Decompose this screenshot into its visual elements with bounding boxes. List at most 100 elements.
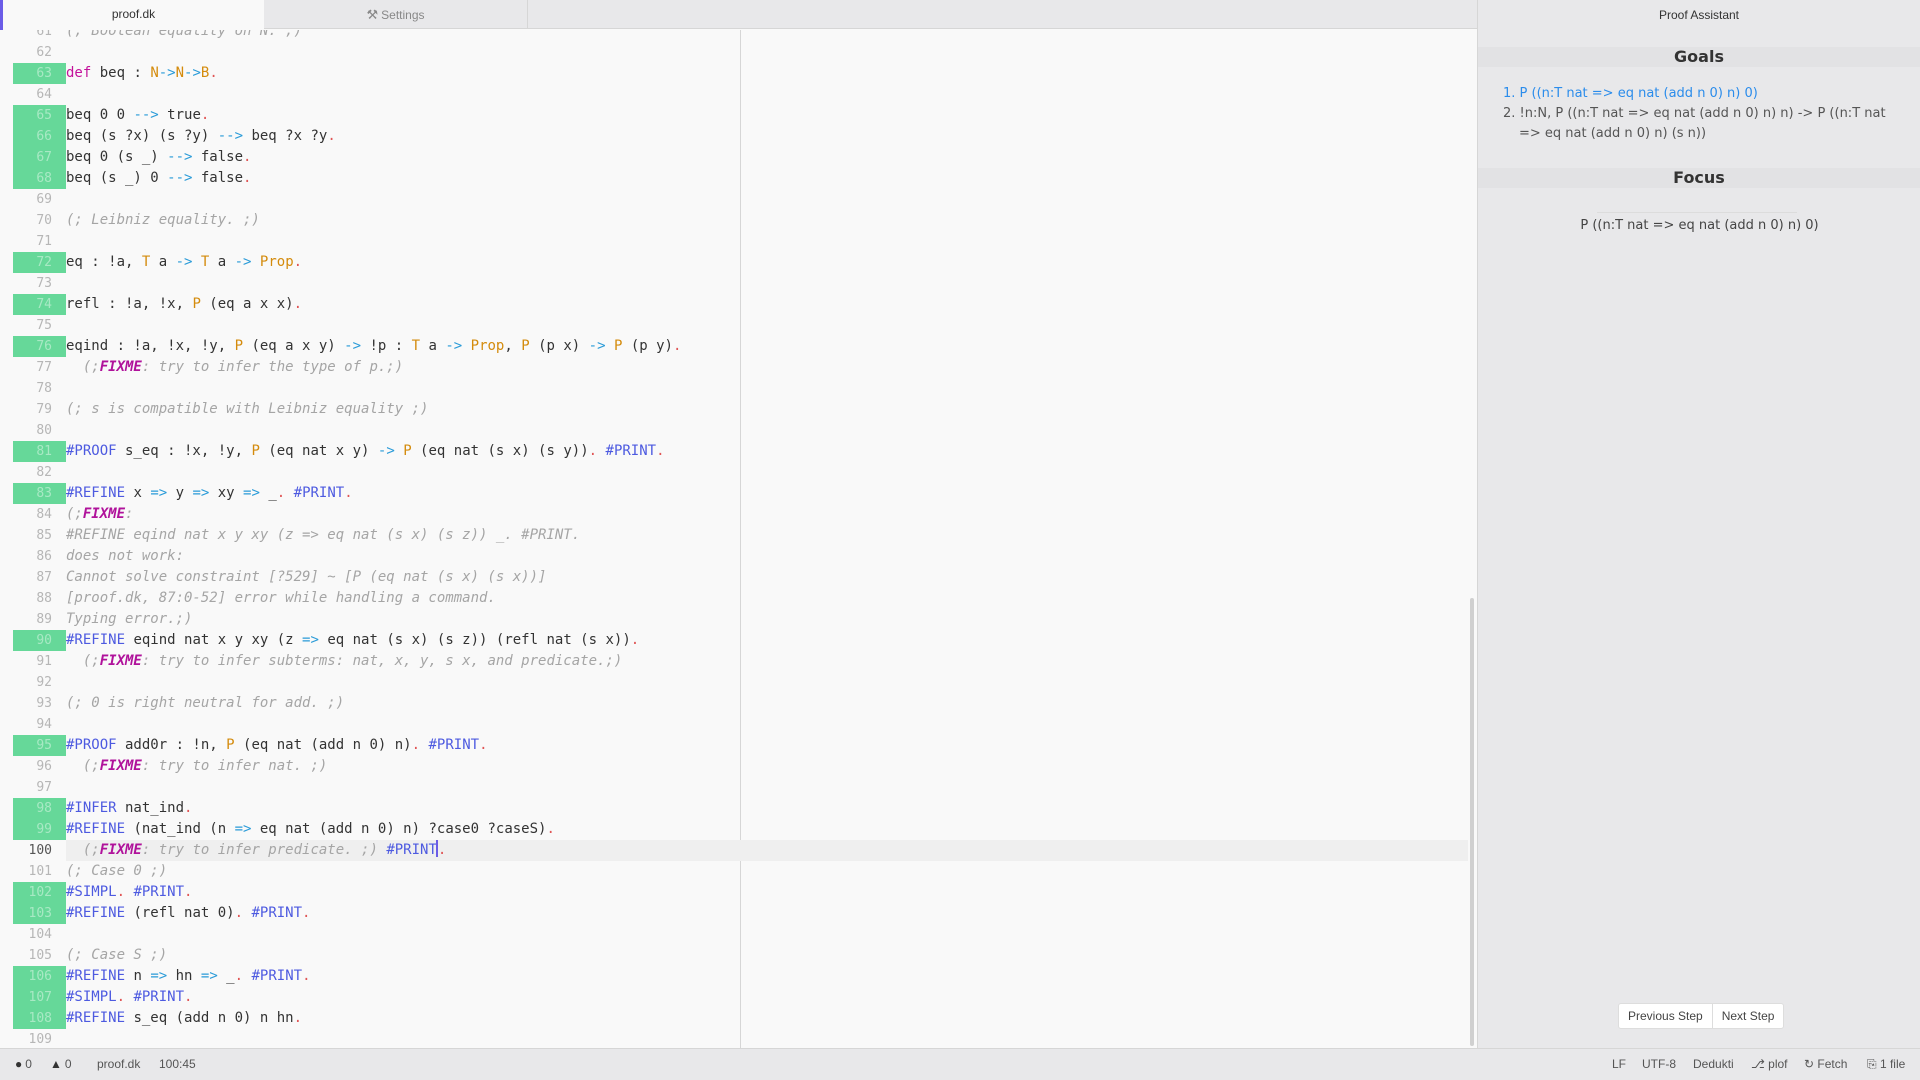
errors-indicator[interactable]: ● 0 (15, 1049, 32, 1080)
line-number[interactable]: 80 (13, 420, 66, 441)
line-number-checked[interactable]: 65 (13, 105, 66, 126)
code-line[interactable]: 81 #PROOF s_eq : !x, !y, P (eq nat x y) -… (0, 441, 1468, 462)
line-number-checked[interactable]: 74 (13, 294, 66, 315)
line-number[interactable]: 89 (13, 609, 66, 630)
line-number-checked[interactable]: 106 (13, 966, 66, 987)
code-line[interactable]: 70 (; Leibniz equality. ;) (0, 210, 1468, 231)
code-line[interactable]: 86 does not work: (0, 546, 1468, 567)
code-line[interactable]: 100 (;FIXME: try to infer predicate. ;) … (0, 840, 1468, 861)
changed-files[interactable]: ⎘ 1 file (1867, 1049, 1905, 1080)
code-line[interactable]: 106 #REFINE n => hn => _. #PRINT. (0, 966, 1468, 987)
goal-item[interactable]: 2. !n:N, P ((n:T nat => eq nat (add n 0)… (1503, 104, 1903, 144)
line-number[interactable]: 104 (13, 924, 66, 945)
code-line[interactable]: 61 (; Boolean equality on N. ;) (0, 30, 1468, 42)
line-number[interactable]: 94 (13, 714, 66, 735)
line-number-checked[interactable]: 90 (13, 630, 66, 651)
line-number[interactable]: 77 (13, 357, 66, 378)
line-number-checked[interactable]: 107 (13, 987, 66, 1008)
code-line[interactable]: 64 (0, 84, 1468, 105)
tab-proof-dk[interactable]: proof.dk (0, 0, 264, 30)
status-file-name[interactable]: proof.dk (97, 1049, 140, 1080)
line-number-checked[interactable]: 95 (13, 735, 66, 756)
code-line[interactable]: 99 #REFINE (nat_ind (n => eq nat (add n 0… (0, 819, 1468, 840)
line-number[interactable]: 86 (13, 546, 66, 567)
line-number[interactable]: 93 (13, 693, 66, 714)
editor-scrollbar[interactable] (1470, 598, 1474, 1046)
line-number[interactable]: 87 (13, 567, 66, 588)
line-number-checked[interactable]: 76 (13, 336, 66, 357)
code-line[interactable]: 74 refl : !a, !x, P (eq a x x). (0, 294, 1468, 315)
code-line[interactable]: 101 (; Case 0 ;) (0, 861, 1468, 882)
line-number[interactable]: 109 (13, 1029, 66, 1048)
code-line[interactable]: 107 #SIMPL. #PRINT. (0, 987, 1468, 1008)
code-line[interactable]: 80 (0, 420, 1468, 441)
code-line[interactable]: 87 Cannot solve constraint [?529] ~ [P (e… (0, 567, 1468, 588)
line-number[interactable]: 75 (13, 315, 66, 336)
code-line[interactable]: 91 (;FIXME: try to infer subterms: nat, … (0, 651, 1468, 672)
line-number[interactable]: 79 (13, 399, 66, 420)
code-line[interactable]: 85 #REFINE eqind nat x y xy (z => eq nat … (0, 525, 1468, 546)
line-number[interactable]: 71 (13, 231, 66, 252)
code-line[interactable]: 96 (;FIXME: try to infer nat. ;) (0, 756, 1468, 777)
code-line[interactable]: 78 (0, 378, 1468, 399)
code-line[interactable]: 68 beq (s _) 0 --> false. (0, 168, 1468, 189)
code-line[interactable]: 88 [proof.dk, 87:0-52] error while handli… (0, 588, 1468, 609)
code-line[interactable]: 109 (0, 1029, 1468, 1048)
line-number[interactable]: 78 (13, 378, 66, 399)
cursor-position[interactable]: 100:45 (159, 1049, 196, 1080)
line-number-checked[interactable]: 68 (13, 168, 66, 189)
line-number[interactable]: 100 (13, 840, 66, 861)
code-line[interactable]: 103 #REFINE (refl nat 0). #PRINT. (0, 903, 1468, 924)
code-line[interactable]: 108 #REFINE s_eq (add n 0) n hn. (0, 1008, 1468, 1029)
git-branch[interactable]: ⎇ plof (1751, 1049, 1788, 1080)
line-number-checked[interactable]: 83 (13, 483, 66, 504)
line-number-checked[interactable]: 72 (13, 252, 66, 273)
line-number[interactable]: 97 (13, 777, 66, 798)
code-line[interactable]: 89 Typing error.;) (0, 609, 1468, 630)
line-number-checked[interactable]: 81 (13, 441, 66, 462)
line-number[interactable]: 96 (13, 756, 66, 777)
code-line[interactable]: 105 (; Case S ;) (0, 945, 1468, 966)
line-number[interactable]: 61 (13, 30, 66, 42)
line-number-checked[interactable]: 98 (13, 798, 66, 819)
line-number[interactable]: 88 (13, 588, 66, 609)
code-line[interactable]: 84 (;FIXME: (0, 504, 1468, 525)
line-number-checked[interactable]: 67 (13, 147, 66, 168)
line-number-checked[interactable]: 103 (13, 903, 66, 924)
code-line[interactable]: 71 (0, 231, 1468, 252)
line-number[interactable]: 82 (13, 462, 66, 483)
code-line[interactable]: 104 (0, 924, 1468, 945)
code-line[interactable]: 72 eq : !a, T a -> T a -> Prop. (0, 252, 1468, 273)
code-line[interactable]: 76 eqind : !a, !x, !y, P (eq a x y) -> !p… (0, 336, 1468, 357)
line-number[interactable]: 70 (13, 210, 66, 231)
next-step-button[interactable]: Next Step (1711, 1004, 1784, 1028)
code-line[interactable]: 62 (0, 42, 1468, 63)
encoding[interactable]: UTF-8 (1642, 1049, 1676, 1080)
line-number-checked[interactable]: 102 (13, 882, 66, 903)
line-number[interactable]: 64 (13, 84, 66, 105)
warnings-indicator[interactable]: ▲ 0 (50, 1049, 72, 1080)
code-line[interactable]: 67 beq 0 (s _) --> false. (0, 147, 1468, 168)
line-number-checked[interactable]: 99 (13, 819, 66, 840)
code-line[interactable]: 90 #REFINE eqind nat x y xy (z => eq nat … (0, 630, 1468, 651)
code-line[interactable]: 69 (0, 189, 1468, 210)
fetch-button[interactable]: ↻ Fetch (1804, 1049, 1847, 1080)
line-number[interactable]: 62 (13, 42, 66, 63)
line-number[interactable]: 84 (13, 504, 66, 525)
line-number[interactable]: 105 (13, 945, 66, 966)
code-line[interactable]: 73 (0, 273, 1468, 294)
code-editor[interactable]: 61 (; Boolean equality on N. ;) 62 63 def be… (0, 30, 1477, 1048)
code-line[interactable]: 83 #REFINE x => y => xy => _. #PRINT. (0, 483, 1468, 504)
code-line[interactable]: 92 (0, 672, 1468, 693)
line-number-checked[interactable]: 63 (13, 63, 66, 84)
line-number-checked[interactable]: 108 (13, 1008, 66, 1029)
code-line[interactable]: 65 beq 0 0 --> true. (0, 105, 1468, 126)
line-ending[interactable]: LF (1612, 1049, 1626, 1080)
grammar[interactable]: Dedukti (1693, 1049, 1734, 1080)
code-line[interactable]: 75 (0, 315, 1468, 336)
goal-item[interactable]: 1. P ((n:T nat => eq nat (add n 0) n) 0) (1503, 84, 1903, 104)
code-line[interactable]: 95 #PROOF add0r : !n, P (eq nat (add n 0)… (0, 735, 1468, 756)
line-number[interactable]: 101 (13, 861, 66, 882)
code-line[interactable]: 79 (; s is compatible with Leibniz equali… (0, 399, 1468, 420)
code-line[interactable]: 97 (0, 777, 1468, 798)
